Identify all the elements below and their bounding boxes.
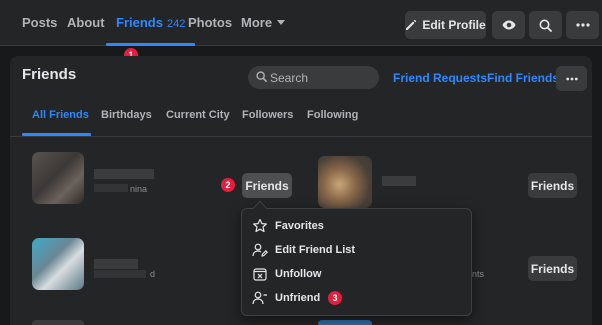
friend-subtext-redacted bbox=[94, 270, 146, 278]
friend-avatar[interactable] bbox=[32, 238, 84, 290]
step-badge-3: 3 bbox=[328, 291, 342, 305]
search-icon bbox=[256, 71, 267, 82]
ellipsis-icon bbox=[565, 77, 578, 80]
friend-subtext: nts bbox=[472, 269, 485, 279]
menu-item-label: Edit Friend List bbox=[275, 244, 356, 256]
unfollow-icon bbox=[253, 268, 267, 281]
friend-requests-link[interactable]: Friend Requests bbox=[393, 71, 487, 85]
star-icon bbox=[253, 218, 267, 233]
friends-search-input[interactable]: Search bbox=[248, 66, 379, 89]
friends-button-label: Friends bbox=[530, 261, 575, 276]
search-button[interactable] bbox=[529, 11, 562, 39]
menu-item-edit-friend-list[interactable]: Edit Friend List bbox=[242, 238, 471, 262]
tab-photos[interactable]: Photos bbox=[188, 0, 232, 44]
profile-top-nav: Posts About Friends 242 Photos More 1 Edi… bbox=[0, 0, 602, 62]
find-friends-link[interactable]: Find Friends bbox=[487, 71, 559, 85]
edit-profile-button[interactable]: Edit Profile bbox=[405, 11, 486, 39]
subtab-birthdays[interactable]: Birthdays bbox=[101, 109, 152, 121]
ellipsis-icon bbox=[575, 23, 590, 27]
pencil-icon bbox=[406, 19, 417, 30]
friend-name-redacted[interactable] bbox=[94, 169, 154, 179]
edit-list-icon bbox=[252, 243, 268, 257]
tab-friends[interactable]: Friends 242 bbox=[106, 0, 196, 46]
unfriend-icon bbox=[252, 291, 267, 305]
subtab-divider bbox=[10, 136, 592, 137]
subtab-followers[interactable]: Followers bbox=[242, 109, 293, 121]
menu-item-unfriend[interactable]: Unfriend 3 bbox=[242, 286, 471, 310]
subtab-current-city[interactable]: Current City bbox=[166, 109, 230, 121]
friend-avatar[interactable] bbox=[32, 320, 84, 325]
subtab-following[interactable]: Following bbox=[307, 109, 358, 121]
menu-item-label: Unfollow bbox=[275, 268, 322, 280]
friend-subtext: d bbox=[150, 269, 156, 279]
friend-subtext: nina bbox=[130, 184, 148, 194]
caret-down-icon bbox=[277, 20, 286, 25]
friends-button-label: Friends bbox=[245, 178, 289, 193]
tab-posts[interactable]: Posts bbox=[22, 0, 57, 44]
tab-about[interactable]: About bbox=[67, 0, 105, 44]
menu-item-label: Favorites bbox=[275, 220, 324, 232]
friend-options-menu: Favorites Edit Friend List Unfollow Unfr… bbox=[241, 200, 472, 316]
panel-more-button[interactable] bbox=[556, 66, 587, 91]
friend-avatar[interactable] bbox=[32, 152, 84, 204]
more-options-button[interactable] bbox=[566, 11, 599, 39]
view-as-button[interactable] bbox=[492, 11, 525, 39]
menu-item-favorites[interactable]: Favorites bbox=[242, 214, 471, 238]
eye-icon bbox=[502, 20, 515, 30]
friend-name-redacted[interactable] bbox=[382, 176, 416, 186]
friend-avatar[interactable] bbox=[318, 320, 372, 325]
friend-avatar[interactable] bbox=[318, 156, 372, 208]
tab-more[interactable]: More bbox=[241, 0, 286, 44]
friends-count: 242 bbox=[166, 18, 186, 30]
friend-subtext-redacted bbox=[94, 184, 128, 192]
friends-button[interactable]: Friends bbox=[242, 173, 292, 198]
tab-more-label: More bbox=[241, 15, 273, 30]
friends-button[interactable]: Friends bbox=[528, 173, 577, 198]
friend-name-redacted[interactable] bbox=[94, 259, 138, 269]
panel-title: Friends bbox=[22, 66, 77, 83]
edit-profile-label: Edit Profile bbox=[422, 18, 486, 32]
friends-button[interactable]: Friends bbox=[528, 256, 577, 281]
subtab-all-friends[interactable]: All Friends bbox=[32, 109, 89, 121]
friends-button-label: Friends bbox=[530, 178, 575, 193]
tab-friends-label: Friends bbox=[116, 15, 163, 30]
menu-item-label: Unfriend bbox=[275, 292, 321, 304]
menu-item-unfollow[interactable]: Unfollow bbox=[242, 262, 471, 286]
search-placeholder: Search bbox=[270, 71, 309, 85]
search-icon bbox=[539, 19, 552, 32]
step-badge-2: 2 bbox=[221, 178, 235, 192]
